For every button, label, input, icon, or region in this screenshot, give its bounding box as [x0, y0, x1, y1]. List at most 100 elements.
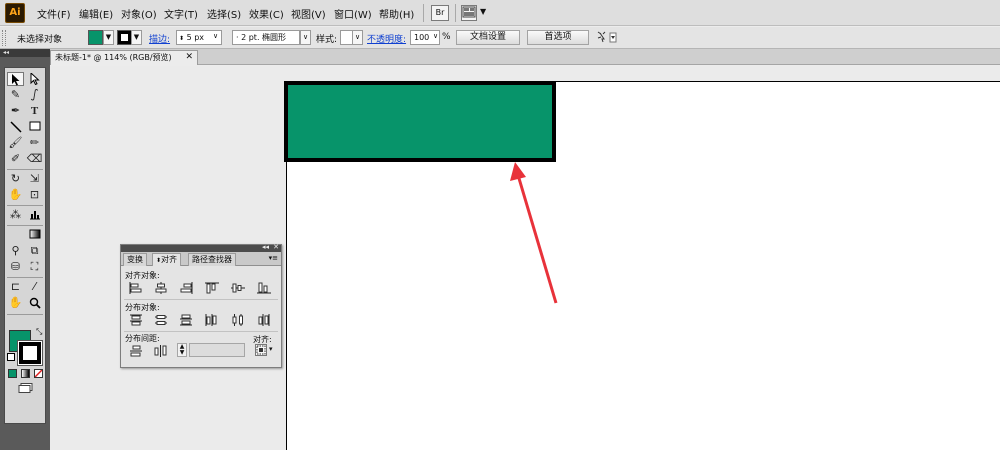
arrange-documents-icon[interactable]: [461, 5, 477, 21]
free-transform-tool-icon[interactable]: ⊡: [26, 188, 43, 202]
scale-tool-icon[interactable]: ⇲: [26, 172, 43, 186]
magic-wand-tool-icon[interactable]: ✎: [7, 88, 24, 102]
arrange-caret-icon[interactable]: ▼: [480, 7, 486, 16]
paintbrush-tool-icon[interactable]: 🖌: [7, 136, 24, 150]
symbol-sprayer-tool-icon[interactable]: ⁂: [7, 208, 24, 222]
tools-divider: [7, 205, 43, 206]
blob-brush-tool-icon[interactable]: ✐: [7, 152, 24, 166]
default-fill-stroke-icon[interactable]: [7, 353, 15, 361]
menu-view[interactable]: 视图(V): [291, 6, 326, 21]
tab-align[interactable]: ⬍对齐: [152, 253, 182, 266]
menu-help[interactable]: 帮助(H): [379, 6, 414, 21]
close-icon[interactable]: ✕: [185, 51, 193, 64]
rectangle-tool-icon[interactable]: [26, 120, 43, 134]
live-paint-bucket-tool-icon[interactable]: ⛁: [7, 260, 24, 274]
gradient-mode-icon[interactable]: [21, 369, 30, 378]
vertical-distribute-space-icon[interactable]: [129, 345, 143, 357]
line-segment-tool-icon[interactable]: [7, 120, 24, 134]
pencil-tool-icon[interactable]: ✏: [26, 136, 43, 150]
horizontal-align-left-icon[interactable]: [129, 282, 143, 294]
direct-selection-tool-icon[interactable]: [26, 72, 43, 86]
stroke-weight-stepper-icon[interactable]: ⬍: [179, 35, 184, 42]
document-setup-button[interactable]: 文档设置: [456, 30, 520, 45]
bridge-icon[interactable]: Br: [431, 5, 449, 21]
blend-tool-icon[interactable]: ⧉: [26, 244, 43, 258]
control-bar-grip[interactable]: [2, 30, 6, 46]
hand-tool-icon[interactable]: ✋: [7, 296, 24, 310]
panel-divider: [124, 299, 278, 300]
none-mode-icon[interactable]: [34, 369, 43, 378]
slice-tool-icon[interactable]: ⁄: [26, 280, 43, 294]
selection-tool-icon[interactable]: [7, 72, 24, 86]
align-panel-titlebar[interactable]: ◂◂ ✕: [121, 243, 281, 252]
horizontal-distribute-right-icon[interactable]: [257, 314, 271, 326]
panel-collapse-icon[interactable]: ◂◂: [262, 243, 269, 251]
spacing-value-field[interactable]: [189, 343, 245, 357]
stroke-panel-link[interactable]: 描边:: [149, 32, 170, 45]
screen-mode-icon[interactable]: [18, 383, 34, 393]
stroke-dropdown[interactable]: ▼: [131, 30, 142, 45]
distribute-spacing-label: 分布间距:: [125, 334, 160, 343]
eyedropper-tool-icon[interactable]: ⚲: [7, 244, 24, 258]
horizontal-align-right-icon[interactable]: [179, 282, 193, 294]
vertical-distribute-top-icon[interactable]: [129, 314, 143, 326]
align-to-dropdown-icon[interactable]: ▾: [269, 345, 273, 353]
menu-type[interactable]: 文字(T): [164, 6, 198, 21]
brush-definition-field[interactable]: · 2 pt. 椭圆形: [232, 30, 300, 45]
spacing-stepper[interactable]: ▲ ▼: [177, 343, 187, 357]
stroke-weight-dropdown[interactable]: ∨: [210, 30, 221, 45]
panel-close-icon[interactable]: ✕: [273, 243, 279, 251]
vertical-distribute-bottom-icon[interactable]: [179, 314, 193, 326]
menu-object[interactable]: 对象(O): [121, 6, 157, 21]
live-paint-selection-tool-icon[interactable]: ⛶: [26, 260, 43, 274]
column-graph-tool-icon[interactable]: [26, 208, 43, 222]
opacity-dropdown[interactable]: ∨: [430, 30, 441, 45]
align-to-selection-icon[interactable]: [255, 344, 267, 356]
style-dropdown[interactable]: ∨: [352, 30, 363, 45]
horizontal-distribute-space-icon[interactable]: [154, 345, 168, 357]
tab-pathfinder[interactable]: 路径查找器: [188, 253, 236, 266]
pen-tool-icon[interactable]: ✒: [7, 104, 24, 118]
gradient-tool-icon[interactable]: [26, 228, 43, 242]
fill-dropdown[interactable]: ▼: [103, 30, 114, 45]
panel-divider: [124, 331, 278, 332]
horizontal-distribute-left-icon[interactable]: [205, 314, 219, 326]
vertical-align-top-icon[interactable]: [205, 282, 219, 294]
brush-dropdown[interactable]: ∨: [300, 30, 311, 45]
menu-file[interactable]: 文件(F): [37, 6, 71, 21]
opacity-panel-link[interactable]: 不透明度:: [367, 32, 406, 45]
document-tab-title: 未标题-1* @ 114% (RGB/预览): [55, 53, 172, 62]
vertical-distribute-center-icon[interactable]: [154, 314, 168, 326]
swap-fill-stroke-icon[interactable]: ⤡: [36, 327, 42, 337]
isolation-mode-icon[interactable]: [597, 30, 619, 45]
fill-swatch[interactable]: [88, 30, 103, 45]
menu-select[interactable]: 选择(S): [207, 6, 241, 21]
menu-effect[interactable]: 效果(C): [249, 6, 284, 21]
color-mode-icon[interactable]: [8, 369, 17, 378]
vertical-align-bottom-icon[interactable]: [257, 282, 271, 294]
menu-window[interactable]: 窗口(W): [334, 6, 372, 21]
stroke-swatch[interactable]: [117, 30, 132, 45]
panel-menu-icon[interactable]: ▾≡: [269, 254, 278, 262]
document-tab[interactable]: 未标题-1* @ 114% (RGB/预览) ✕: [50, 50, 198, 65]
rotate-tool-icon[interactable]: ↻: [7, 172, 24, 186]
stroke-color-swatch[interactable]: [19, 342, 41, 364]
warp-tool-icon[interactable]: ✋: [7, 188, 24, 202]
document-tab-strip: 未标题-1* @ 114% (RGB/预览) ✕: [50, 49, 1000, 65]
tools-divider: [7, 314, 43, 315]
lasso-tool-icon[interactable]: ഽ: [26, 88, 43, 102]
tools-panel-collapse-icon[interactable]: ◂◂: [0, 49, 50, 57]
preferences-button[interactable]: 首选项: [527, 30, 589, 45]
eraser-tool-icon[interactable]: ⌫: [26, 152, 43, 166]
horizontal-distribute-center-icon[interactable]: [231, 314, 245, 326]
type-tool-icon[interactable]: T: [26, 104, 43, 118]
green-rectangle-object[interactable]: [284, 81, 556, 162]
tab-transform[interactable]: 变换: [123, 253, 147, 266]
zoom-tool-icon[interactable]: [26, 296, 43, 310]
vertical-align-center-icon[interactable]: [231, 282, 245, 294]
tools-divider: [7, 277, 43, 278]
tools-panel: ◂◂ ✎ ഽ ✒ T 🖌 ✏ ✐ ⌫ ↻ ⇲ ✋ ⊡ ⁂ ⚲ ⧉ ⛁ ⛶ ⊏ ⁄…: [0, 49, 50, 450]
artboard-tool-icon[interactable]: ⊏: [7, 280, 24, 294]
menu-edit[interactable]: 编辑(E): [79, 6, 113, 21]
horizontal-align-center-icon[interactable]: [154, 282, 168, 294]
